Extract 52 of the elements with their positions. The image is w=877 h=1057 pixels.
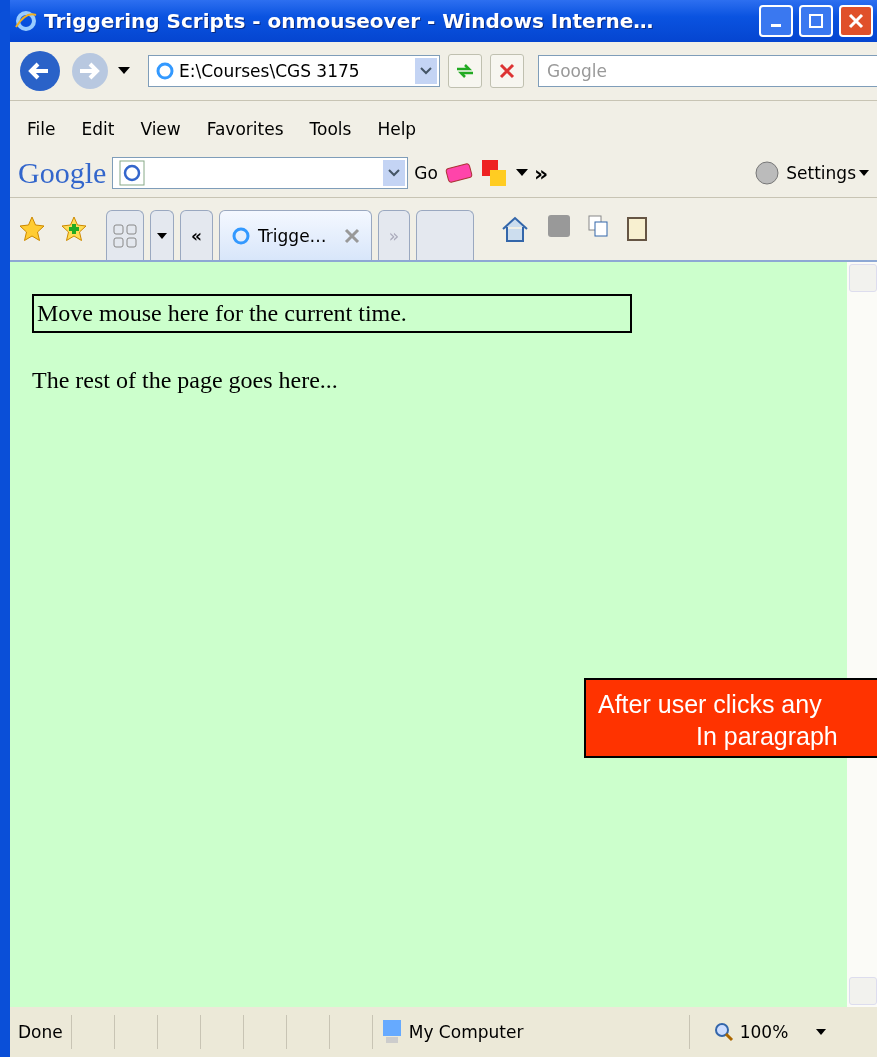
- refresh-icon[interactable]: [455, 63, 475, 79]
- clipboard-icon[interactable]: [626, 215, 649, 241]
- page-paragraph: The rest of the page goes here...: [32, 367, 339, 394]
- dropdown-icon[interactable]: [157, 232, 167, 239]
- browser-logo-icon: [14, 9, 38, 33]
- hover-target-text: Move mouse here for the current time.: [32, 294, 632, 333]
- menu-item[interactable]: Tools: [300, 119, 361, 139]
- back-button[interactable]: [18, 49, 62, 93]
- google-search-field[interactable]: [112, 157, 409, 189]
- browser-tab[interactable]: Trigge…: [219, 210, 372, 260]
- star-icon[interactable]: [18, 215, 46, 243]
- zoom-level[interactable]: 100%: [739, 1022, 789, 1042]
- grid-icon[interactable]: [113, 223, 137, 248]
- close-tab-icon[interactable]: [342, 226, 361, 245]
- browser-logo-icon: [155, 61, 175, 81]
- menu-item[interactable]: Help: [368, 119, 426, 139]
- status-text: Done: [10, 1015, 72, 1049]
- settings-icon[interactable]: [754, 160, 781, 186]
- refresh-button[interactable]: [448, 54, 482, 88]
- zoom-icon[interactable]: [713, 1022, 734, 1042]
- address-field[interactable]: E:\Courses\CGS 3175: [148, 55, 440, 87]
- google-logo: Google: [18, 156, 107, 190]
- caret-icon[interactable]: [859, 170, 869, 176]
- dropdown-icon[interactable]: [118, 67, 130, 75]
- menu-item[interactable]: View: [131, 119, 190, 139]
- address-text: E:\Courses\CGS 3175: [179, 61, 361, 81]
- menu-item[interactable]: File: [18, 119, 65, 139]
- stop-button[interactable]: [490, 54, 524, 88]
- stop-icon[interactable]: [499, 63, 515, 79]
- menu-item[interactable]: Edit: [72, 119, 124, 139]
- search-field[interactable]: Google: [538, 55, 877, 87]
- dropdown-icon[interactable]: [816, 1029, 827, 1035]
- dropdown-icon[interactable]: [515, 169, 528, 177]
- menu-item[interactable]: Favorites: [197, 119, 293, 139]
- go-button[interactable]: Go: [414, 163, 438, 183]
- window-title: Triggering Scripts - onmouseover - Windows Interne…: [44, 9, 655, 33]
- close-button[interactable]: [839, 5, 873, 37]
- more-button[interactable]: »: [533, 160, 749, 186]
- zone-text: My Computer: [408, 1022, 524, 1042]
- maximize-icon[interactable]: [808, 13, 824, 29]
- settings-button[interactable]: Settings: [786, 163, 869, 183]
- copy-icon[interactable]: [588, 215, 609, 237]
- tab-list-button[interactable]: [150, 210, 174, 260]
- computer-icon: [380, 1019, 403, 1045]
- scroll-tabs-left-button[interactable]: «: [180, 210, 213, 260]
- maximize-button[interactable]: [799, 5, 833, 37]
- callout-text: After user clicks any: [597, 689, 822, 720]
- callout-text: In paragraph: [695, 721, 838, 752]
- close-icon[interactable]: [847, 12, 865, 30]
- add-favorite-icon[interactable]: [60, 215, 88, 243]
- new-tab-button[interactable]: [416, 210, 475, 260]
- minimize-button[interactable]: [759, 5, 793, 37]
